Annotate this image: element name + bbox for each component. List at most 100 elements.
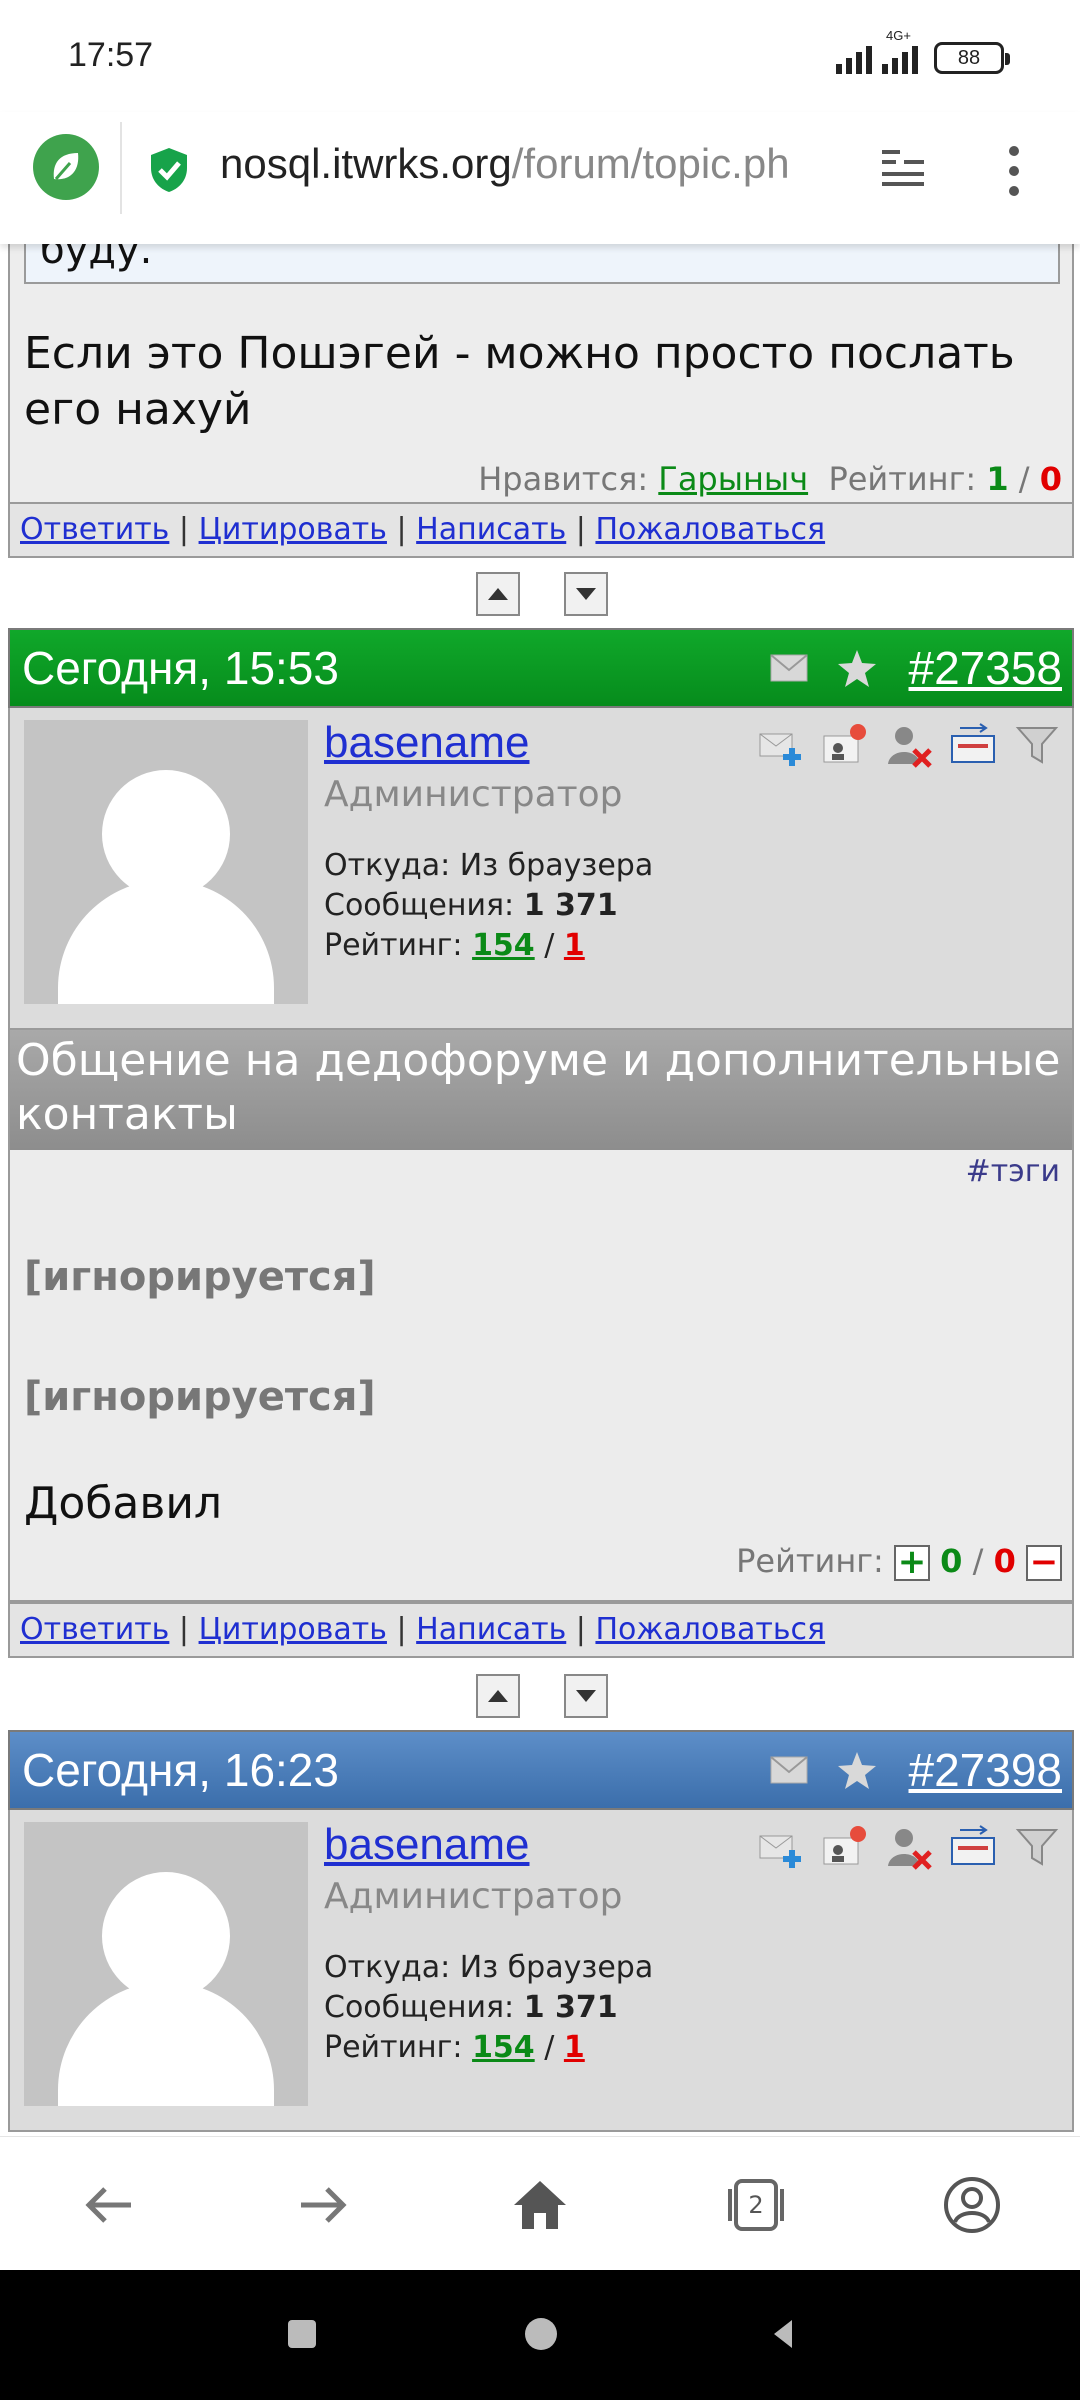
author-from: Откуда: Из браузера	[324, 848, 653, 883]
scroll-up-button[interactable]	[476, 1674, 520, 1718]
actions-separator: |	[396, 512, 407, 547]
actions-separator: |	[575, 512, 586, 547]
home-icon	[514, 2181, 566, 2229]
rating-separator: /	[972, 1542, 984, 1580]
from-value: Из браузера	[459, 848, 654, 883]
scroll-down-button[interactable]	[564, 572, 608, 616]
author-role: Администратор	[324, 774, 623, 815]
messages-label: Сообщения:	[324, 1990, 515, 2025]
author-messages: Сообщения: 1 371	[324, 1990, 618, 2025]
rating-plus: 1	[986, 460, 1009, 498]
actions-separator: |	[396, 1612, 407, 1647]
tabs-button[interactable]: 2	[724, 2173, 788, 2237]
rating-separator: /	[544, 928, 555, 963]
quote-link[interactable]: Цитировать	[199, 1612, 387, 1647]
filter-icon[interactable]	[1014, 722, 1060, 768]
rating-minus-link[interactable]: 1	[564, 2030, 585, 2065]
post-nav-arrows	[476, 572, 608, 616]
home-button[interactable]	[508, 2173, 572, 2237]
post-number-link[interactable]: #27358	[909, 630, 1063, 706]
previous-post-body: буду. Если это Пошэгей - можно просто по…	[8, 244, 1074, 516]
envelope-icon[interactable]	[770, 654, 808, 682]
quote-link[interactable]: Цитировать	[199, 512, 387, 547]
author-name-link[interactable]: basename	[324, 718, 529, 768]
browser-bottom-nav: 2	[0, 2136, 1080, 2270]
send-pm-icon[interactable]	[758, 722, 804, 768]
browser-leaf-icon[interactable]	[33, 134, 99, 200]
network-type: 4G+	[886, 28, 911, 43]
rating-separator: /	[1018, 460, 1030, 498]
ignored-quote[interactable]: [игнорируется]	[24, 1374, 376, 1420]
star-icon[interactable]	[836, 648, 878, 690]
post-rating-line: Рейтинг: + 0 / 0 −	[736, 1542, 1062, 1581]
rating-label: Рейтинг:	[324, 928, 463, 963]
filter-icon[interactable]	[1014, 1824, 1060, 1870]
browser-address-bar: nosql.itwrks.org/forum/topic.ph	[0, 112, 1080, 244]
author-name-link[interactable]: basename	[324, 1820, 529, 1870]
contact-card-icon[interactable]	[822, 1824, 868, 1870]
ignore-user-icon[interactable]	[886, 722, 932, 768]
battery-level: 88	[957, 46, 981, 69]
back-system-button[interactable]	[770, 2318, 794, 2350]
transfer-icon[interactable]	[950, 722, 996, 768]
write-link[interactable]: Написать	[416, 1612, 566, 1647]
write-link[interactable]: Написать	[416, 512, 566, 547]
rate-down-button[interactable]: −	[1026, 1545, 1062, 1581]
url-field[interactable]: nosql.itwrks.org/forum/topic.ph	[220, 140, 850, 188]
arrow-left-icon	[85, 2187, 131, 2223]
send-pm-icon[interactable]	[758, 1824, 804, 1870]
contact-card-icon[interactable]	[822, 722, 868, 768]
tab-count: 2	[748, 2191, 764, 2219]
arrow-down-icon	[576, 588, 596, 600]
forward-button[interactable]	[292, 2173, 356, 2237]
reply-link[interactable]: Ответить	[20, 1612, 169, 1647]
actions-separator: |	[178, 512, 190, 547]
post-number-link[interactable]: #27398	[909, 1732, 1063, 1808]
back-button[interactable]	[76, 2173, 140, 2237]
rate-up-button[interactable]: +	[894, 1545, 930, 1581]
rating-plus-link[interactable]: 154	[472, 2030, 535, 2065]
reader-mode-icon[interactable]	[880, 148, 926, 192]
arrow-right-icon	[301, 2187, 347, 2223]
url-path: /forum/topic.ph	[511, 140, 790, 187]
post-date: Сегодня, 15:53	[22, 642, 339, 694]
liked-by-link[interactable]: Гарыныч	[658, 460, 808, 498]
rating-label: Рейтинг:	[324, 2030, 463, 2065]
rating-label: Рейтинг:	[736, 1542, 884, 1580]
overflow-menu-icon[interactable]	[1000, 146, 1028, 196]
avatar[interactable]	[24, 1822, 308, 2106]
status-icons: 4G+ 88	[836, 28, 1010, 74]
reply-link[interactable]: Ответить	[20, 512, 169, 547]
ignore-user-icon[interactable]	[886, 1824, 932, 1870]
transfer-icon[interactable]	[950, 1824, 996, 1870]
battery-icon: 88	[934, 42, 1010, 74]
tags-link[interactable]: #тэги	[966, 1154, 1060, 1189]
author-panel: basename Администратор Откуда: Из браузе…	[8, 708, 1074, 1030]
ignored-quote[interactable]: [игнорируется]	[24, 1254, 376, 1300]
messages-label: Сообщения:	[324, 888, 515, 923]
account-button[interactable]	[940, 2173, 1004, 2237]
post-text: Если это Пошэгей - можно просто послать …	[24, 328, 1015, 435]
secure-shield-icon[interactable]	[148, 146, 190, 194]
author-rating: Рейтинг: 154 / 1	[324, 928, 585, 963]
rating-minus-link[interactable]: 1	[564, 928, 585, 963]
rating-plus: 0	[940, 1542, 963, 1580]
report-link[interactable]: Пожаловаться	[595, 512, 825, 547]
star-icon[interactable]	[836, 1750, 878, 1792]
quote-block: буду.	[24, 244, 1060, 284]
author-actions	[758, 722, 1060, 768]
report-link[interactable]: Пожаловаться	[595, 1612, 825, 1647]
rating-label: Рейтинг:	[828, 460, 977, 498]
rating-plus-link[interactable]: 154	[472, 928, 535, 963]
envelope-icon[interactable]	[770, 1756, 808, 1784]
from-label: Откуда:	[324, 1950, 451, 1985]
recents-button[interactable]	[288, 2320, 316, 2348]
author-role: Администратор	[324, 1876, 623, 1917]
avatar[interactable]	[24, 720, 308, 1004]
home-system-button[interactable]	[525, 2318, 557, 2350]
post-date: Сегодня, 16:23	[22, 1744, 339, 1796]
actions-separator: |	[575, 1612, 586, 1647]
post-header: Сегодня, 15:53 #27358	[8, 628, 1074, 708]
scroll-up-button[interactable]	[476, 572, 520, 616]
scroll-down-button[interactable]	[564, 1674, 608, 1718]
